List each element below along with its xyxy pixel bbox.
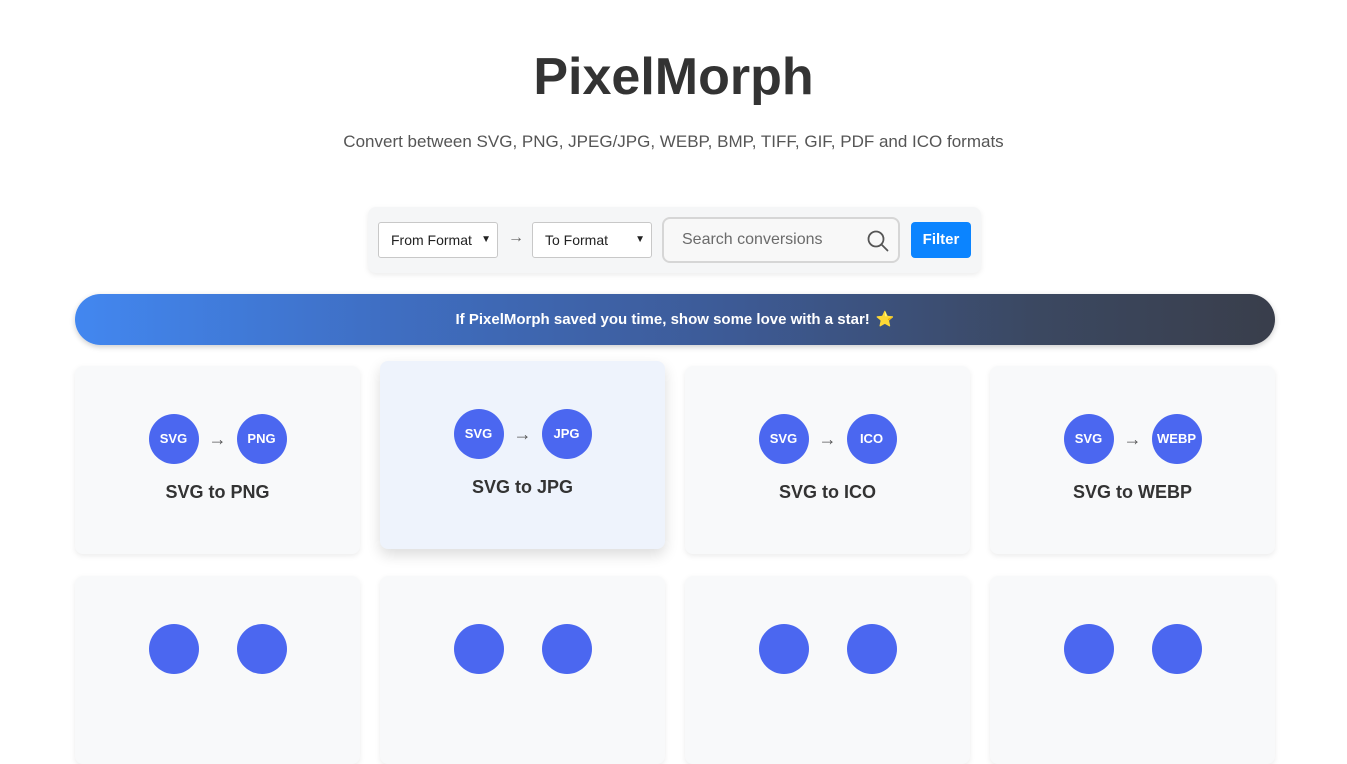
to-format-label: To Format: [545, 232, 609, 248]
star-banner[interactable]: If PixelMorph saved you time, show some …: [75, 294, 1275, 345]
conversion-card[interactable]: [380, 576, 665, 764]
to-format-select[interactable]: To Format ▼: [532, 222, 652, 258]
banner-text: If PixelMorph saved you time, show some …: [455, 311, 870, 328]
to-format-badge: WEBP: [1151, 414, 1202, 464]
arrow-right-icon: →: [1123, 428, 1142, 449]
from-format-badge: SVG: [453, 409, 504, 459]
conversion-card[interactable]: [75, 576, 360, 764]
from-format-badge: SVG: [1063, 414, 1114, 464]
format-arrow: →: [508, 229, 524, 246]
filter-bar: From Format ▼ → To Format ▼ Filter: [368, 207, 981, 273]
from-format-select[interactable]: From Format ▼: [378, 222, 498, 258]
conversion-card[interactable]: SVG → JPG SVG to JPG: [380, 361, 665, 549]
page-subtitle: Convert between SVG, PNG, JPEG/JPG, WEBP…: [343, 132, 1004, 151]
to-format-badge: ICO: [846, 414, 897, 464]
conversion-card[interactable]: [990, 576, 1275, 764]
search-icon[interactable]: [866, 229, 890, 253]
card-label: SVG to ICO: [778, 482, 876, 502]
from-format-badge: SVG: [148, 414, 199, 464]
card-label: SVG to WEBP: [1072, 482, 1192, 502]
conversion-card[interactable]: [685, 576, 970, 764]
conversion-card[interactable]: SVG → WEBP SVG to WEBP: [990, 366, 1275, 554]
filter-button[interactable]: Filter: [911, 222, 971, 258]
to-format-badge: PNG: [236, 414, 287, 464]
arrow-right-icon: →: [208, 428, 227, 449]
arrow-right-icon: →: [513, 423, 532, 444]
chevron-down-icon: ▼: [481, 234, 491, 245]
to-format-badge: JPG: [541, 409, 592, 459]
conversion-card[interactable]: SVG → ICO SVG to ICO: [685, 366, 970, 554]
arrow-right-icon: →: [818, 428, 837, 449]
card-label: SVG to PNG: [165, 482, 270, 502]
card-label: SVG to JPG: [471, 477, 574, 497]
search-input[interactable]: [682, 229, 862, 251]
chevron-down-icon: ▼: [635, 234, 645, 245]
star-icon: ⭐: [875, 311, 895, 328]
from-format-badge: SVG: [758, 414, 809, 464]
search-box: [662, 217, 900, 263]
page-title: PixelMorph: [533, 48, 814, 106]
conversion-card[interactable]: SVG → PNG SVG to PNG: [75, 366, 360, 554]
from-format-label: From Format: [391, 232, 472, 248]
